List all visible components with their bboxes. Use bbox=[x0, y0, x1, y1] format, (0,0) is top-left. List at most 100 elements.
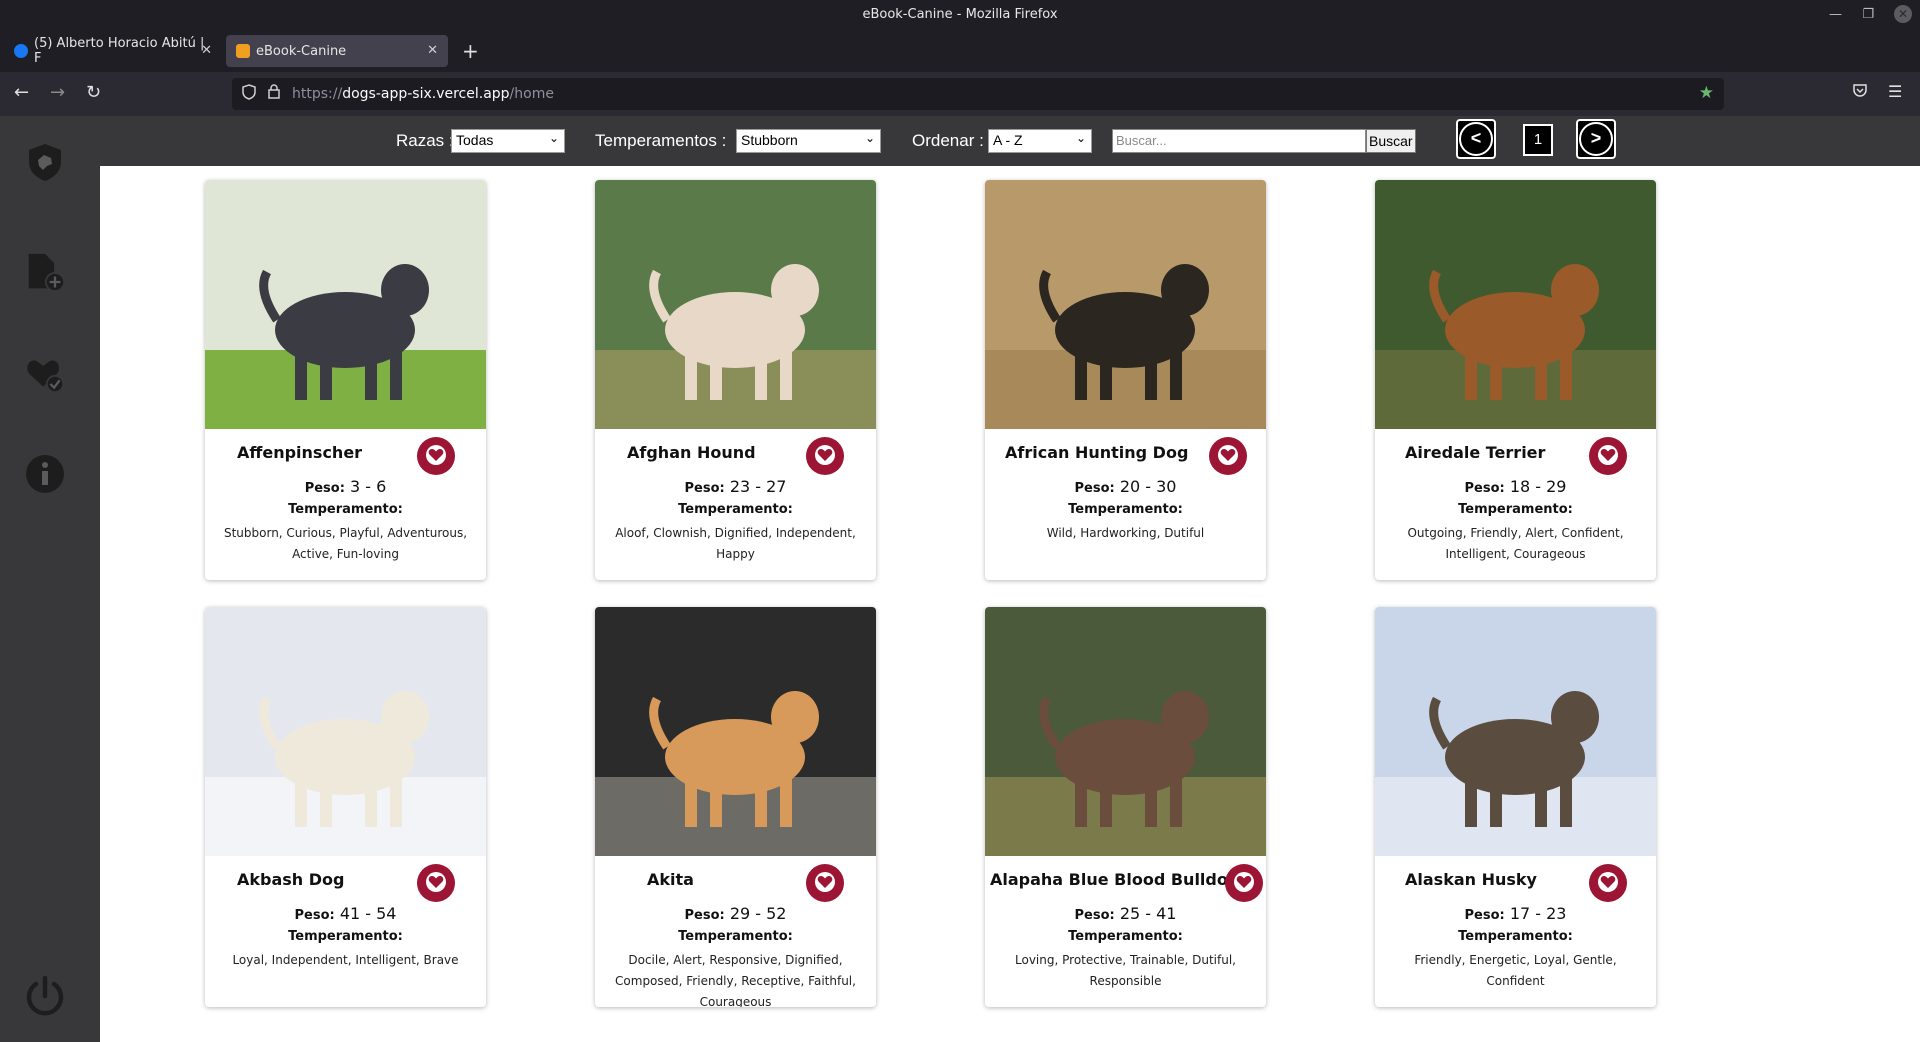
tab-facebook[interactable]: (5) Alberto Horacio Abitú | F ✕ bbox=[4, 35, 222, 67]
dog-name: Alapaha Blue Blood Bulldog bbox=[990, 870, 1240, 889]
dog-photo[interactable] bbox=[985, 607, 1266, 856]
info-icon[interactable] bbox=[25, 454, 65, 494]
dog-temperament: Wild, Hardworking, Dutiful bbox=[1046, 526, 1205, 540]
dog-temperament: Loyal, Independent, Intelligent, Brave bbox=[232, 953, 459, 967]
peso-label: Peso: bbox=[1074, 481, 1115, 496]
heart-icon bbox=[815, 872, 835, 892]
ordenar-label: Ordenar : bbox=[912, 131, 984, 150]
next-page-button[interactable]: > bbox=[1576, 119, 1616, 159]
favorite-heart-check-icon[interactable] bbox=[25, 354, 65, 394]
reload-icon[interactable]: ↻ bbox=[86, 82, 101, 103]
peso-value: 17 - 23 bbox=[1509, 904, 1567, 923]
menu-hamburger-icon[interactable]: ☰ bbox=[1888, 82, 1902, 101]
power-icon[interactable] bbox=[25, 975, 65, 1016]
minimize-icon[interactable]: — bbox=[1829, 7, 1842, 22]
favorite-button[interactable] bbox=[1589, 864, 1627, 902]
peso-value: 18 - 29 bbox=[1509, 477, 1567, 496]
restore-icon[interactable]: ❐ bbox=[1862, 7, 1874, 22]
lock-icon[interactable] bbox=[268, 84, 280, 103]
tracking-shield-icon[interactable] bbox=[242, 84, 256, 104]
chevron-right-icon: > bbox=[1579, 122, 1613, 156]
tab-close-icon[interactable]: ✕ bbox=[201, 43, 212, 58]
dog-name: Akita bbox=[647, 870, 694, 889]
dog-temperament: Outgoing, Friendly, Alert, Confident, In… bbox=[1407, 526, 1624, 561]
dog-card[interactable]: Akita Peso: 29 - 52 Temperamento: Docile… bbox=[595, 607, 876, 1007]
temperamento-label: Temperamento: bbox=[288, 929, 403, 944]
dog-name: Akbash Dog bbox=[237, 870, 345, 889]
dog-photo[interactable] bbox=[1375, 607, 1656, 856]
temperamento-label: Temperamento: bbox=[1458, 502, 1573, 517]
back-arrow-icon[interactable]: ← bbox=[14, 82, 29, 103]
heart-icon bbox=[1598, 445, 1618, 465]
dog-card[interactable]: Afghan Hound Peso: 23 - 27 Temperamento:… bbox=[595, 180, 876, 580]
filter-bar: Razas : Todas ⌄ Temperamentos : Stubborn ⌄… bbox=[100, 116, 1920, 166]
tab-close-icon[interactable]: ✕ bbox=[427, 43, 438, 58]
window-title: eBook-Canine - Mozilla Firefox bbox=[862, 7, 1058, 22]
temperamento-label: Temperamento: bbox=[1068, 929, 1183, 944]
dog-photo[interactable] bbox=[1375, 180, 1656, 429]
temperamento-label: Temperamento: bbox=[1458, 929, 1573, 944]
dog-name: Alaskan Husky bbox=[1405, 870, 1537, 889]
dog-temperament: Stubborn, Curious, Playful, Adventurous,… bbox=[223, 526, 468, 561]
ordenar-select[interactable]: A - Z ⌄ bbox=[988, 129, 1092, 153]
dog-temperament: Friendly, Energetic, Loyal, Gentle, Conf… bbox=[1414, 953, 1617, 988]
dog-card[interactable]: Akbash Dog Peso: 41 - 54 Temperamento: L… bbox=[205, 607, 486, 1007]
dog-card[interactable]: Affenpinscher Peso: 3 - 6 Temperamento: … bbox=[205, 180, 486, 580]
tab-ebook-canine[interactable]: eBook-Canine ✕ bbox=[226, 35, 448, 67]
favorite-button[interactable] bbox=[1225, 864, 1263, 902]
dog-card[interactable]: Alaskan Husky Peso: 17 - 23 Temperamento… bbox=[1375, 607, 1656, 1007]
dog-weight: Peso: 41 - 54 bbox=[205, 904, 486, 923]
bookmark-star-icon[interactable]: ★ bbox=[1699, 83, 1714, 103]
peso-value: 23 - 27 bbox=[729, 477, 787, 496]
dog-weight: Peso: 3 - 6 bbox=[205, 477, 486, 496]
chevron-left-icon: < bbox=[1459, 122, 1493, 156]
dog-favicon-icon bbox=[236, 44, 250, 58]
favorite-button[interactable] bbox=[1209, 437, 1247, 475]
dog-name: Affenpinscher bbox=[237, 443, 363, 462]
favorite-button[interactable] bbox=[1589, 437, 1627, 475]
forward-arrow-icon[interactable]: → bbox=[50, 82, 65, 103]
dog-shield-icon[interactable] bbox=[25, 142, 65, 182]
search-button[interactable]: Buscar bbox=[1366, 129, 1416, 153]
dog-photo[interactable] bbox=[985, 180, 1266, 429]
temperamentos-select[interactable]: Stubborn ⌄ bbox=[736, 129, 881, 153]
search-input[interactable]: Buscar... bbox=[1112, 129, 1366, 153]
pocket-icon[interactable] bbox=[1852, 82, 1868, 102]
dog-card[interactable]: Airedale Terrier Peso: 18 - 29 Temperame… bbox=[1375, 180, 1656, 580]
url-text[interactable]: https://dogs-app-six.vercel.app/home bbox=[292, 86, 554, 102]
temperamento-label: Temperamento: bbox=[678, 502, 793, 517]
new-tab-icon[interactable]: + bbox=[462, 39, 479, 63]
dog-photo[interactable] bbox=[205, 607, 486, 856]
dog-card[interactable]: African Hunting Dog Peso: 20 - 30 Temper… bbox=[985, 180, 1266, 580]
dog-photo[interactable] bbox=[595, 607, 876, 856]
peso-label: Peso: bbox=[304, 481, 345, 496]
dog-weight: Peso: 18 - 29 bbox=[1375, 477, 1656, 496]
favorite-button[interactable] bbox=[806, 437, 844, 475]
facebook-favicon-icon bbox=[14, 44, 28, 58]
favorite-button[interactable] bbox=[417, 437, 455, 475]
dog-temperament: Docile, Alert, Responsive, Dignified, Co… bbox=[615, 953, 856, 1007]
favorite-button[interactable] bbox=[417, 864, 455, 902]
url-bar[interactable]: https://dogs-app-six.vercel.app/home ★ bbox=[232, 78, 1724, 110]
peso-value: 20 - 30 bbox=[1119, 477, 1177, 496]
peso-label: Peso: bbox=[684, 908, 725, 923]
dog-photo[interactable] bbox=[595, 180, 876, 429]
heart-icon bbox=[1234, 872, 1254, 892]
razas-select[interactable]: Todas ⌄ bbox=[451, 129, 565, 153]
favorite-button[interactable] bbox=[806, 864, 844, 902]
add-document-icon[interactable] bbox=[25, 252, 65, 292]
temperamento-label: Temperamento: bbox=[288, 502, 403, 517]
peso-label: Peso: bbox=[684, 481, 725, 496]
close-window-icon[interactable]: ✕ bbox=[1894, 5, 1912, 23]
app-sidebar bbox=[0, 116, 100, 1042]
page-number: 1 bbox=[1523, 124, 1553, 156]
peso-value: 3 - 6 bbox=[350, 477, 387, 496]
peso-value: 29 - 52 bbox=[729, 904, 787, 923]
peso-label: Peso: bbox=[294, 908, 335, 923]
temperamentos-label: Temperamentos : bbox=[595, 131, 727, 150]
previous-page-button[interactable]: < bbox=[1456, 119, 1496, 159]
dog-photo[interactable] bbox=[205, 180, 486, 429]
chevron-down-icon: ⌄ bbox=[548, 131, 559, 145]
dog-card[interactable]: Alapaha Blue Blood Bulldog Peso: 25 - 41… bbox=[985, 607, 1266, 1007]
chevron-down-icon: ⌄ bbox=[864, 131, 875, 145]
